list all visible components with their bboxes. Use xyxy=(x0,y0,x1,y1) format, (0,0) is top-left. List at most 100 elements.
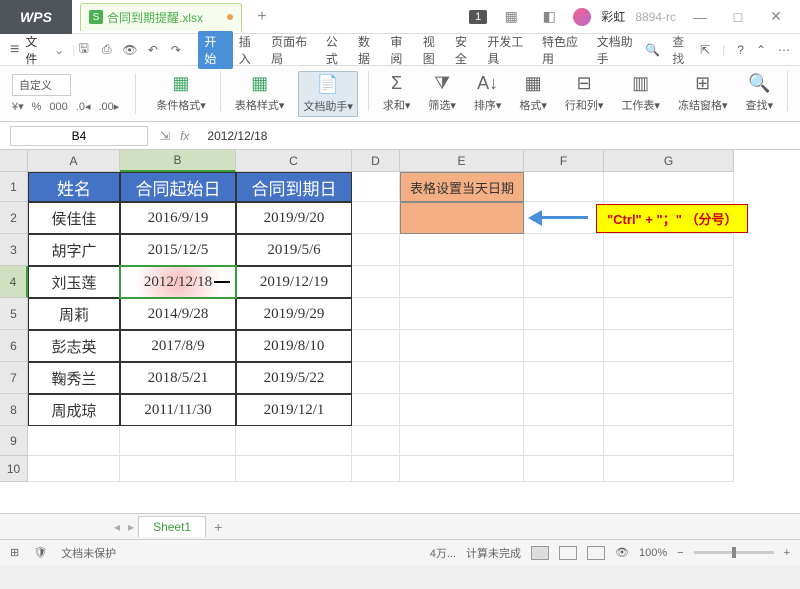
close-button[interactable]: ✕ xyxy=(762,10,790,24)
ribbon-工作表[interactable]: ▥工作表▾ xyxy=(617,71,664,117)
cell-B6[interactable]: 2017/8/9 xyxy=(120,330,236,362)
cell-G10[interactable] xyxy=(604,456,734,482)
cell-D4[interactable] xyxy=(352,266,400,298)
cell-A2[interactable]: 侯佳佳 xyxy=(28,202,120,234)
save-icon[interactable]: 🖫 xyxy=(75,41,92,59)
cell-C3[interactable]: 2019/5/6 xyxy=(236,234,352,266)
skin-icon[interactable]: ◧ xyxy=(535,10,563,24)
document-tab[interactable]: S 合同到期提醒.xlsx xyxy=(80,3,242,31)
cell-F3[interactable] xyxy=(524,234,604,266)
cell-D6[interactable] xyxy=(352,330,400,362)
comma-icon[interactable]: 000 xyxy=(49,101,67,113)
cell-G7[interactable] xyxy=(604,362,734,394)
cell-E4[interactable] xyxy=(400,266,524,298)
more-icon[interactable]: ⋯ xyxy=(778,43,790,57)
zoom-in-button[interactable]: + xyxy=(784,547,790,559)
sheet-tab[interactable]: Sheet1 xyxy=(138,516,206,537)
preview-icon[interactable]: 👁 xyxy=(121,41,138,59)
cell-A6[interactable]: 彭志英 xyxy=(28,330,120,362)
zoom-out-button[interactable]: − xyxy=(677,547,683,559)
cell-C1[interactable]: 合同到期日 xyxy=(236,172,352,202)
decrease-decimal-icon[interactable]: .00▸ xyxy=(98,100,119,113)
cell-C6[interactable]: 2019/8/10 xyxy=(236,330,352,362)
cell-A1[interactable]: 姓名 xyxy=(28,172,120,202)
ribbon-查找[interactable]: 🔍查找▾ xyxy=(741,71,777,117)
view-normal-icon[interactable] xyxy=(531,546,549,560)
notification-badge[interactable]: 1 xyxy=(469,10,487,24)
cell-F8[interactable] xyxy=(524,394,604,426)
cell-E5[interactable] xyxy=(400,298,524,330)
cell-A7[interactable]: 鞠秀兰 xyxy=(28,362,120,394)
col-header-C[interactable]: C xyxy=(236,150,352,172)
cell-E7[interactable] xyxy=(400,362,524,394)
expand-namebox-icon[interactable]: ⇲ xyxy=(160,129,170,143)
row-header-4[interactable]: 4 xyxy=(0,266,28,298)
ribbon-文档助手[interactable]: 📄文档助手▾ xyxy=(298,71,358,117)
cell-D1[interactable] xyxy=(352,172,400,202)
ribbon-表格样式[interactable]: ▦表格样式▾ xyxy=(231,71,289,117)
row-header-8[interactable]: 8 xyxy=(0,394,28,426)
cell-F5[interactable] xyxy=(524,298,604,330)
view-page-icon[interactable] xyxy=(559,546,577,560)
read-mode-icon[interactable]: 👁 xyxy=(615,546,629,559)
cell-A3[interactable]: 胡字广 xyxy=(28,234,120,266)
cell-E9[interactable] xyxy=(400,426,524,456)
ribbon-求和[interactable]: Σ求和▾ xyxy=(379,71,415,117)
row-header-3[interactable]: 3 xyxy=(0,234,28,266)
cell-B9[interactable] xyxy=(120,426,236,456)
help-icon[interactable]: ? xyxy=(737,43,744,57)
percent-icon[interactable]: % xyxy=(32,101,42,113)
col-header-F[interactable]: F xyxy=(524,150,604,172)
cell-B4[interactable]: 2012/12/18 xyxy=(120,266,236,298)
ribbon-排序[interactable]: A↓排序▾ xyxy=(470,71,506,117)
cell-E6[interactable] xyxy=(400,330,524,362)
cell-G9[interactable] xyxy=(604,426,734,456)
cell-D3[interactable] xyxy=(352,234,400,266)
name-box[interactable] xyxy=(10,126,148,146)
cell-D7[interactable] xyxy=(352,362,400,394)
menu-tab-9[interactable]: 特色应用 xyxy=(538,31,591,69)
cell-A4[interactable]: 刘玉莲 xyxy=(28,266,120,298)
menu-tab-1[interactable]: 插入 xyxy=(235,31,265,69)
protect-status[interactable]: 文档未保护 xyxy=(61,545,116,561)
cell-E10[interactable] xyxy=(400,456,524,482)
share-icon[interactable]: ⇱ xyxy=(700,43,710,57)
cell-D2[interactable] xyxy=(352,202,400,234)
cell-E3[interactable] xyxy=(400,234,524,266)
cell-B8[interactable]: 2011/11/30 xyxy=(120,394,236,426)
col-header-G[interactable]: G xyxy=(604,150,734,172)
cell-G5[interactable] xyxy=(604,298,734,330)
print-icon[interactable]: ⎙ xyxy=(98,41,115,59)
cell-D10[interactable] xyxy=(352,456,400,482)
cell-D5[interactable] xyxy=(352,298,400,330)
increase-decimal-icon[interactable]: .0◂ xyxy=(76,100,91,113)
sheet-nav-first-icon[interactable]: ◂ xyxy=(114,520,120,534)
cell-D8[interactable] xyxy=(352,394,400,426)
cell-G3[interactable] xyxy=(604,234,734,266)
cell-A5[interactable]: 周莉 xyxy=(28,298,120,330)
cell-E8[interactable] xyxy=(400,394,524,426)
cell-C4[interactable]: 2019/12/19 xyxy=(236,266,352,298)
menu-tab-0[interactable]: 开始 xyxy=(198,31,232,69)
fx-icon[interactable]: fx xyxy=(180,129,189,143)
cell-G4[interactable] xyxy=(604,266,734,298)
sheet-nav-last-icon[interactable]: ▸ xyxy=(128,520,134,534)
formula-input[interactable]: 2012/12/18 xyxy=(201,127,800,145)
menu-tab-10[interactable]: 文档助手 xyxy=(593,31,646,69)
ribbon-格式[interactable]: ▦格式▾ xyxy=(515,71,551,117)
cell-C7[interactable]: 2019/5/22 xyxy=(236,362,352,394)
cell-B7[interactable]: 2018/5/21 xyxy=(120,362,236,394)
menu-tab-5[interactable]: 审阅 xyxy=(386,31,416,69)
cell-C5[interactable]: 2019/9/29 xyxy=(236,298,352,330)
view-custom-icon[interactable] xyxy=(587,546,605,560)
cell-F4[interactable] xyxy=(524,266,604,298)
zoom-label[interactable]: 100% xyxy=(639,547,667,559)
cell-F1[interactable] xyxy=(524,172,604,202)
search-icon[interactable]: 🔍 xyxy=(645,43,660,57)
cell-A8[interactable]: 周成琼 xyxy=(28,394,120,426)
minimize-button[interactable]: — xyxy=(686,10,714,24)
select-all-corner[interactable] xyxy=(0,150,28,172)
zoom-slider[interactable] xyxy=(694,551,774,554)
cell-A10[interactable] xyxy=(28,456,120,482)
row-header-9[interactable]: 9 xyxy=(0,426,28,456)
